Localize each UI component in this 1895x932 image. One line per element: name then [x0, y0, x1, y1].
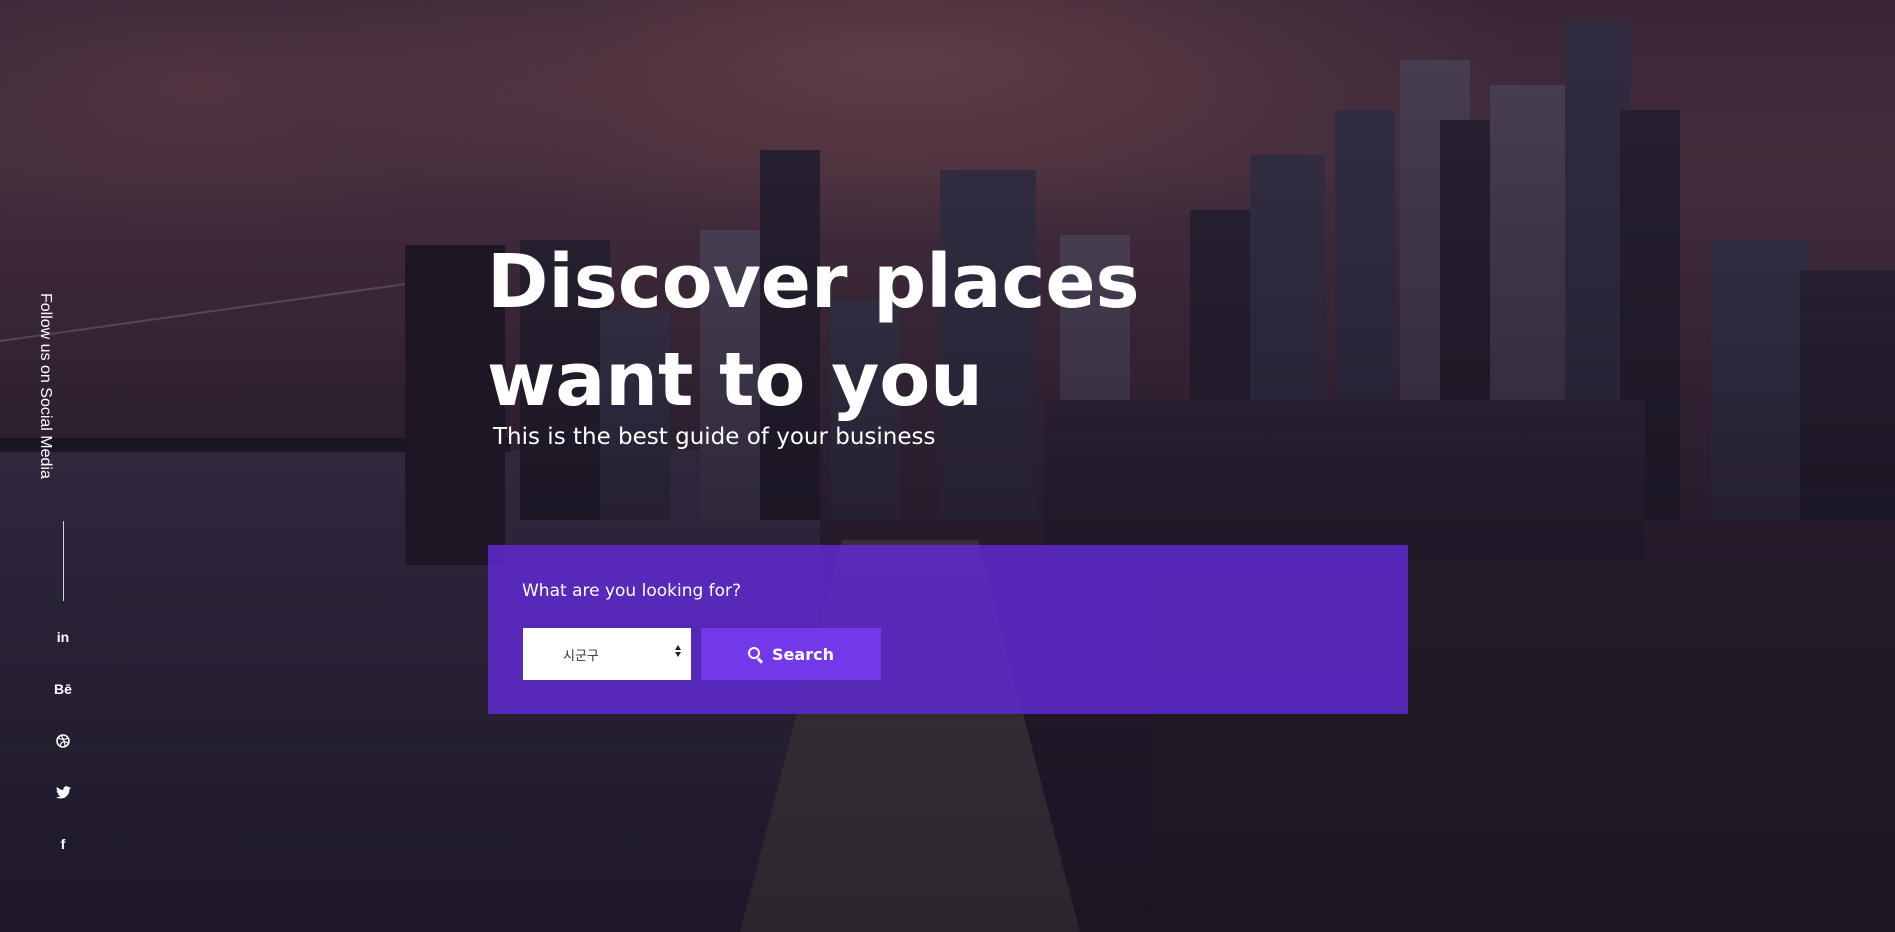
region-select-value: 시군구: [563, 647, 599, 663]
twitter-icon-glyph: [55, 785, 71, 798]
linkedin-icon[interactable]: in: [52, 626, 74, 648]
dribbble-icon[interactable]: [52, 730, 74, 752]
hero-subtitle: This is the best guide of your business: [493, 424, 936, 450]
hero-section: Follow us on Social Media in Bē f Discov…: [0, 0, 1895, 932]
select-arrows-icon: [675, 645, 681, 657]
search-panel: What are you looking for? 시군구 Search: [488, 545, 1408, 714]
hero-headline: Discover places want to you: [487, 239, 1140, 423]
background-overlay: [0, 0, 1895, 932]
region-select[interactable]: 시군구: [523, 628, 691, 680]
dribbble-icon-glyph: [56, 734, 70, 748]
social-divider: [63, 521, 64, 601]
search-icon: [748, 647, 764, 664]
follow-us-label: Follow us on Social Media: [37, 293, 54, 479]
search-button[interactable]: Search: [701, 628, 881, 680]
twitter-icon[interactable]: [52, 781, 74, 803]
search-button-label: Search: [772, 644, 834, 664]
search-label: What are you looking for?: [522, 581, 742, 601]
facebook-icon[interactable]: f: [52, 833, 74, 855]
behance-icon[interactable]: Bē: [52, 678, 74, 700]
